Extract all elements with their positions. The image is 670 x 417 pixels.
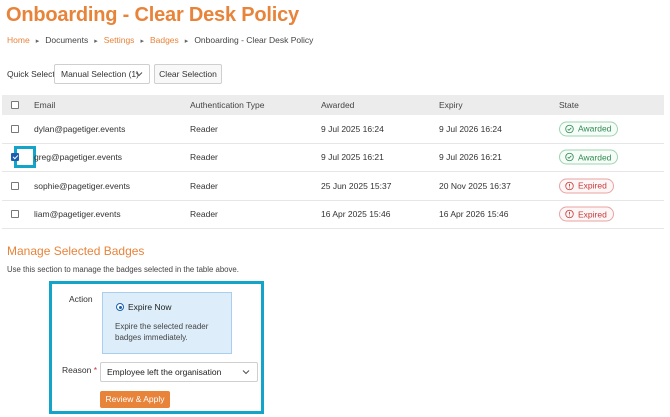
checkbox-checked-icon [11, 153, 19, 162]
table-row[interactable]: dylan@pagetiger.events Reader 9 Jul 2025… [2, 115, 664, 144]
column-header-expiry[interactable]: Expiry [439, 100, 463, 110]
row-expiry: 9 Jul 2026 16:21 [439, 152, 502, 163]
chevron-down-icon [242, 370, 250, 375]
status-badge-awarded: Awarded [559, 121, 619, 137]
status-text: Expired [578, 180, 607, 191]
review-apply-button[interactable]: Review & Apply [100, 391, 170, 408]
breadcrumb-documents: Documents [45, 35, 89, 45]
status-badge-expired: Expired [559, 178, 614, 194]
row-awarded: 9 Jul 2025 16:24 [321, 123, 384, 134]
check-circle-icon [565, 153, 574, 162]
status-badge: Awarded [559, 121, 619, 137]
column-header-state[interactable]: State [559, 100, 579, 110]
breadcrumb-current: Onboarding - Clear Desk Policy [194, 35, 314, 45]
reason-label-text: Reason [62, 365, 92, 375]
row-email: liam@pagetiger.events [34, 209, 121, 220]
chevron-down-icon [135, 72, 143, 77]
row-auth-type: Reader [190, 209, 218, 220]
table-header: Email Authentication Type Awarded Expiry… [2, 95, 664, 115]
checkbox-icon [11, 181, 19, 190]
row-email: greg@pagetiger.events [34, 152, 123, 163]
row-awarded: 9 Jul 2025 16:21 [321, 152, 384, 163]
column-header-auth-type[interactable]: Authentication Type [190, 100, 265, 110]
reason-value: Employee left the organisation [107, 367, 222, 377]
row-expiry: 16 Apr 2026 15:46 [439, 209, 509, 220]
breadcrumb-home[interactable]: Home [7, 35, 30, 45]
table-row[interactable]: liam@pagetiger.events Reader 16 Apr 2025… [2, 201, 664, 229]
row-auth-type: Reader [190, 152, 218, 163]
status-badge-expired: Expired [559, 206, 614, 222]
reason-dropdown[interactable]: Employee left the organisation [100, 362, 258, 382]
action-option-card[interactable]: Expire Now Expire the selected reader ba… [102, 292, 232, 354]
row-expiry: 20 Nov 2025 16:37 [439, 180, 511, 191]
row-expiry: 9 Jul 2026 16:24 [439, 123, 502, 134]
status-badge: Expired [559, 206, 614, 222]
required-marker: * [93, 365, 97, 375]
status-badge: Expired [559, 178, 614, 194]
quick-select-value: Manual Selection (1) [61, 69, 139, 79]
alert-circle-icon [565, 181, 574, 190]
row-auth-type: Reader [190, 180, 218, 191]
table-row[interactable]: sophie@pagetiger.events Reader 25 Jun 20… [2, 172, 664, 201]
manage-section-title: Manage Selected Badges [7, 244, 145, 258]
breadcrumb-separator-icon: ▸ [94, 38, 98, 45]
status-badge: Awarded [559, 149, 619, 165]
status-text: Awarded [578, 123, 612, 134]
row-checkbox[interactable] [11, 181, 19, 190]
quick-select-dropdown[interactable]: Manual Selection (1) [54, 64, 150, 84]
status-badge-awarded: Awarded [559, 149, 619, 165]
check-circle-icon [565, 124, 574, 133]
breadcrumb-separator-icon: ▸ [35, 38, 40, 45]
breadcrumb-separator-icon: ▸ [184, 38, 189, 45]
checkbox-icon [11, 101, 19, 109]
quick-select-label: Quick Select [7, 69, 55, 79]
manage-panel: Action Expire Now Expire the selected re… [49, 281, 264, 414]
breadcrumb-separator-icon: ▸ [140, 38, 144, 45]
row-awarded: 16 Apr 2025 15:46 [321, 209, 391, 220]
row-checkbox[interactable] [11, 146, 36, 169]
checkbox-icon [11, 124, 19, 133]
status-text: Awarded [578, 152, 612, 163]
action-label: Action [69, 294, 93, 304]
checkbox-icon [11, 210, 19, 219]
status-text: Expired [578, 209, 607, 220]
breadcrumb-settings[interactable]: Settings [104, 35, 135, 45]
manage-section-description: Use this section to manage the badges se… [7, 265, 239, 274]
row-checkbox[interactable] [11, 124, 19, 133]
badges-table: Email Authentication Type Awarded Expiry… [2, 95, 664, 229]
action-description: Expire the selected reader badges immedi… [115, 322, 209, 342]
row-email: dylan@pagetiger.events [34, 123, 126, 134]
radio-selected-icon[interactable] [116, 303, 124, 311]
alert-circle-icon [565, 210, 574, 219]
select-all-checkbox[interactable] [11, 101, 19, 109]
reason-label: Reason * [62, 365, 97, 375]
table-row[interactable]: greg@pagetiger.events Reader 9 Jul 2025 … [2, 144, 664, 172]
expire-now-label[interactable]: Expire Now [128, 302, 171, 312]
row-awarded: 25 Jun 2025 15:37 [321, 180, 392, 191]
breadcrumb: Home ▸ Documents ▸ Settings ▸ Badges ▸ Onboardin… [7, 35, 313, 45]
column-header-awarded[interactable]: Awarded [321, 100, 354, 110]
clear-selection-button[interactable]: Clear Selection [154, 64, 222, 84]
row-checkbox[interactable] [11, 210, 19, 219]
page-title: Onboarding - Clear Desk Policy [6, 4, 299, 26]
row-auth-type: Reader [190, 123, 218, 134]
breadcrumb-badges[interactable]: Badges [150, 35, 179, 45]
row-email: sophie@pagetiger.events [34, 180, 131, 191]
column-header-email[interactable]: Email [34, 100, 55, 110]
